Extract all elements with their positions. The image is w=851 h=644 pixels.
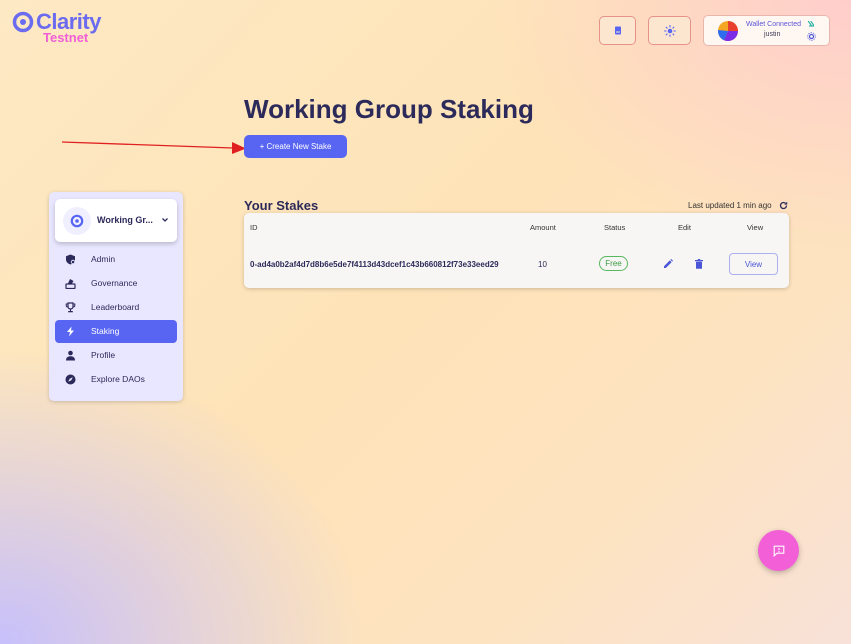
logo[interactable]: Clarity Testnet — [12, 9, 122, 46]
column-header-edit: Edit — [678, 223, 691, 232]
sidebar-item-staking[interactable]: Staking — [55, 320, 177, 343]
status-badge: Free — [599, 256, 628, 271]
governance-icon — [65, 279, 76, 289]
column-header-status: Status — [604, 223, 626, 232]
clarity-logo-icon — [70, 214, 84, 228]
your-stakes-heading: Your Stakes — [244, 198, 319, 213]
sidebar-item-label: Leaderboard — [91, 302, 140, 312]
sidebar-item-governance[interactable]: Governance — [55, 272, 177, 295]
wallet-widget[interactable]: Wallet Connected justin — [703, 15, 830, 46]
sidebar-item-admin[interactable]: Admin — [55, 248, 177, 271]
sun-icon — [663, 24, 676, 37]
refresh-icon[interactable] — [779, 201, 788, 210]
sidebar-item-label: Explore DAOs — [91, 374, 145, 384]
create-new-stake-button[interactable]: + Create New Stake — [244, 135, 347, 158]
disconnect-icon[interactable] — [807, 20, 816, 29]
sidebar: Working Gr... Admin Governance Leaderboa… — [49, 192, 183, 401]
logo-subtitle: Testnet — [43, 30, 89, 45]
book-icon — [614, 26, 621, 35]
column-header-id: ID — [250, 223, 258, 232]
sidebar-item-label: Staking — [91, 326, 120, 336]
bolt-icon — [67, 326, 74, 337]
sidebar-item-leaderboard[interactable]: Leaderboard — [55, 296, 177, 319]
sidebar-item-explore-daos[interactable]: Explore DAOs — [55, 368, 177, 391]
wallet-status: Wallet Connected — [746, 21, 801, 28]
column-header-amount: Amount — [530, 223, 556, 232]
compass-icon — [65, 374, 76, 385]
annotation-arrow — [62, 141, 246, 154]
stakes-table: ID Amount Status Edit View 0-ad4a0b2af4d… — [244, 213, 789, 288]
working-group-selector[interactable]: Working Gr... — [55, 199, 177, 242]
group-name: Working Gr... — [97, 215, 153, 225]
sidebar-item-label: Governance — [91, 278, 138, 288]
admin-icon — [66, 254, 76, 265]
wallet-username: justin — [764, 31, 781, 38]
settings-icon[interactable] — [807, 32, 816, 41]
column-header-view: View — [747, 223, 764, 232]
stake-amount: 10 — [538, 260, 547, 269]
stake-id: 0-ad4a0b2af4d7d8b6e5de7f4113d43dcef1c43b… — [250, 260, 499, 269]
group-avatar — [63, 207, 91, 235]
last-updated-text: Last updated 1 min ago — [688, 201, 772, 210]
sidebar-item-label: Profile — [91, 350, 116, 360]
view-button[interactable]: View — [729, 253, 778, 275]
chevron-down-icon — [162, 218, 168, 222]
clarity-logo-icon — [12, 11, 34, 33]
sidebar-item-profile[interactable]: Profile — [55, 344, 177, 367]
page-title: Working Group Staking — [244, 94, 534, 124]
sidebar-item-label: Admin — [91, 254, 116, 264]
wallet-avatar — [718, 21, 738, 41]
theme-toggle-button[interactable] — [648, 16, 691, 45]
chat-fab-button[interactable] — [758, 530, 799, 571]
chat-icon — [773, 545, 784, 557]
docs-button[interactable] — [599, 16, 636, 45]
delete-icon[interactable] — [695, 259, 703, 269]
edit-icon[interactable] — [663, 259, 673, 269]
person-icon — [66, 350, 75, 361]
trophy-icon — [65, 302, 76, 313]
